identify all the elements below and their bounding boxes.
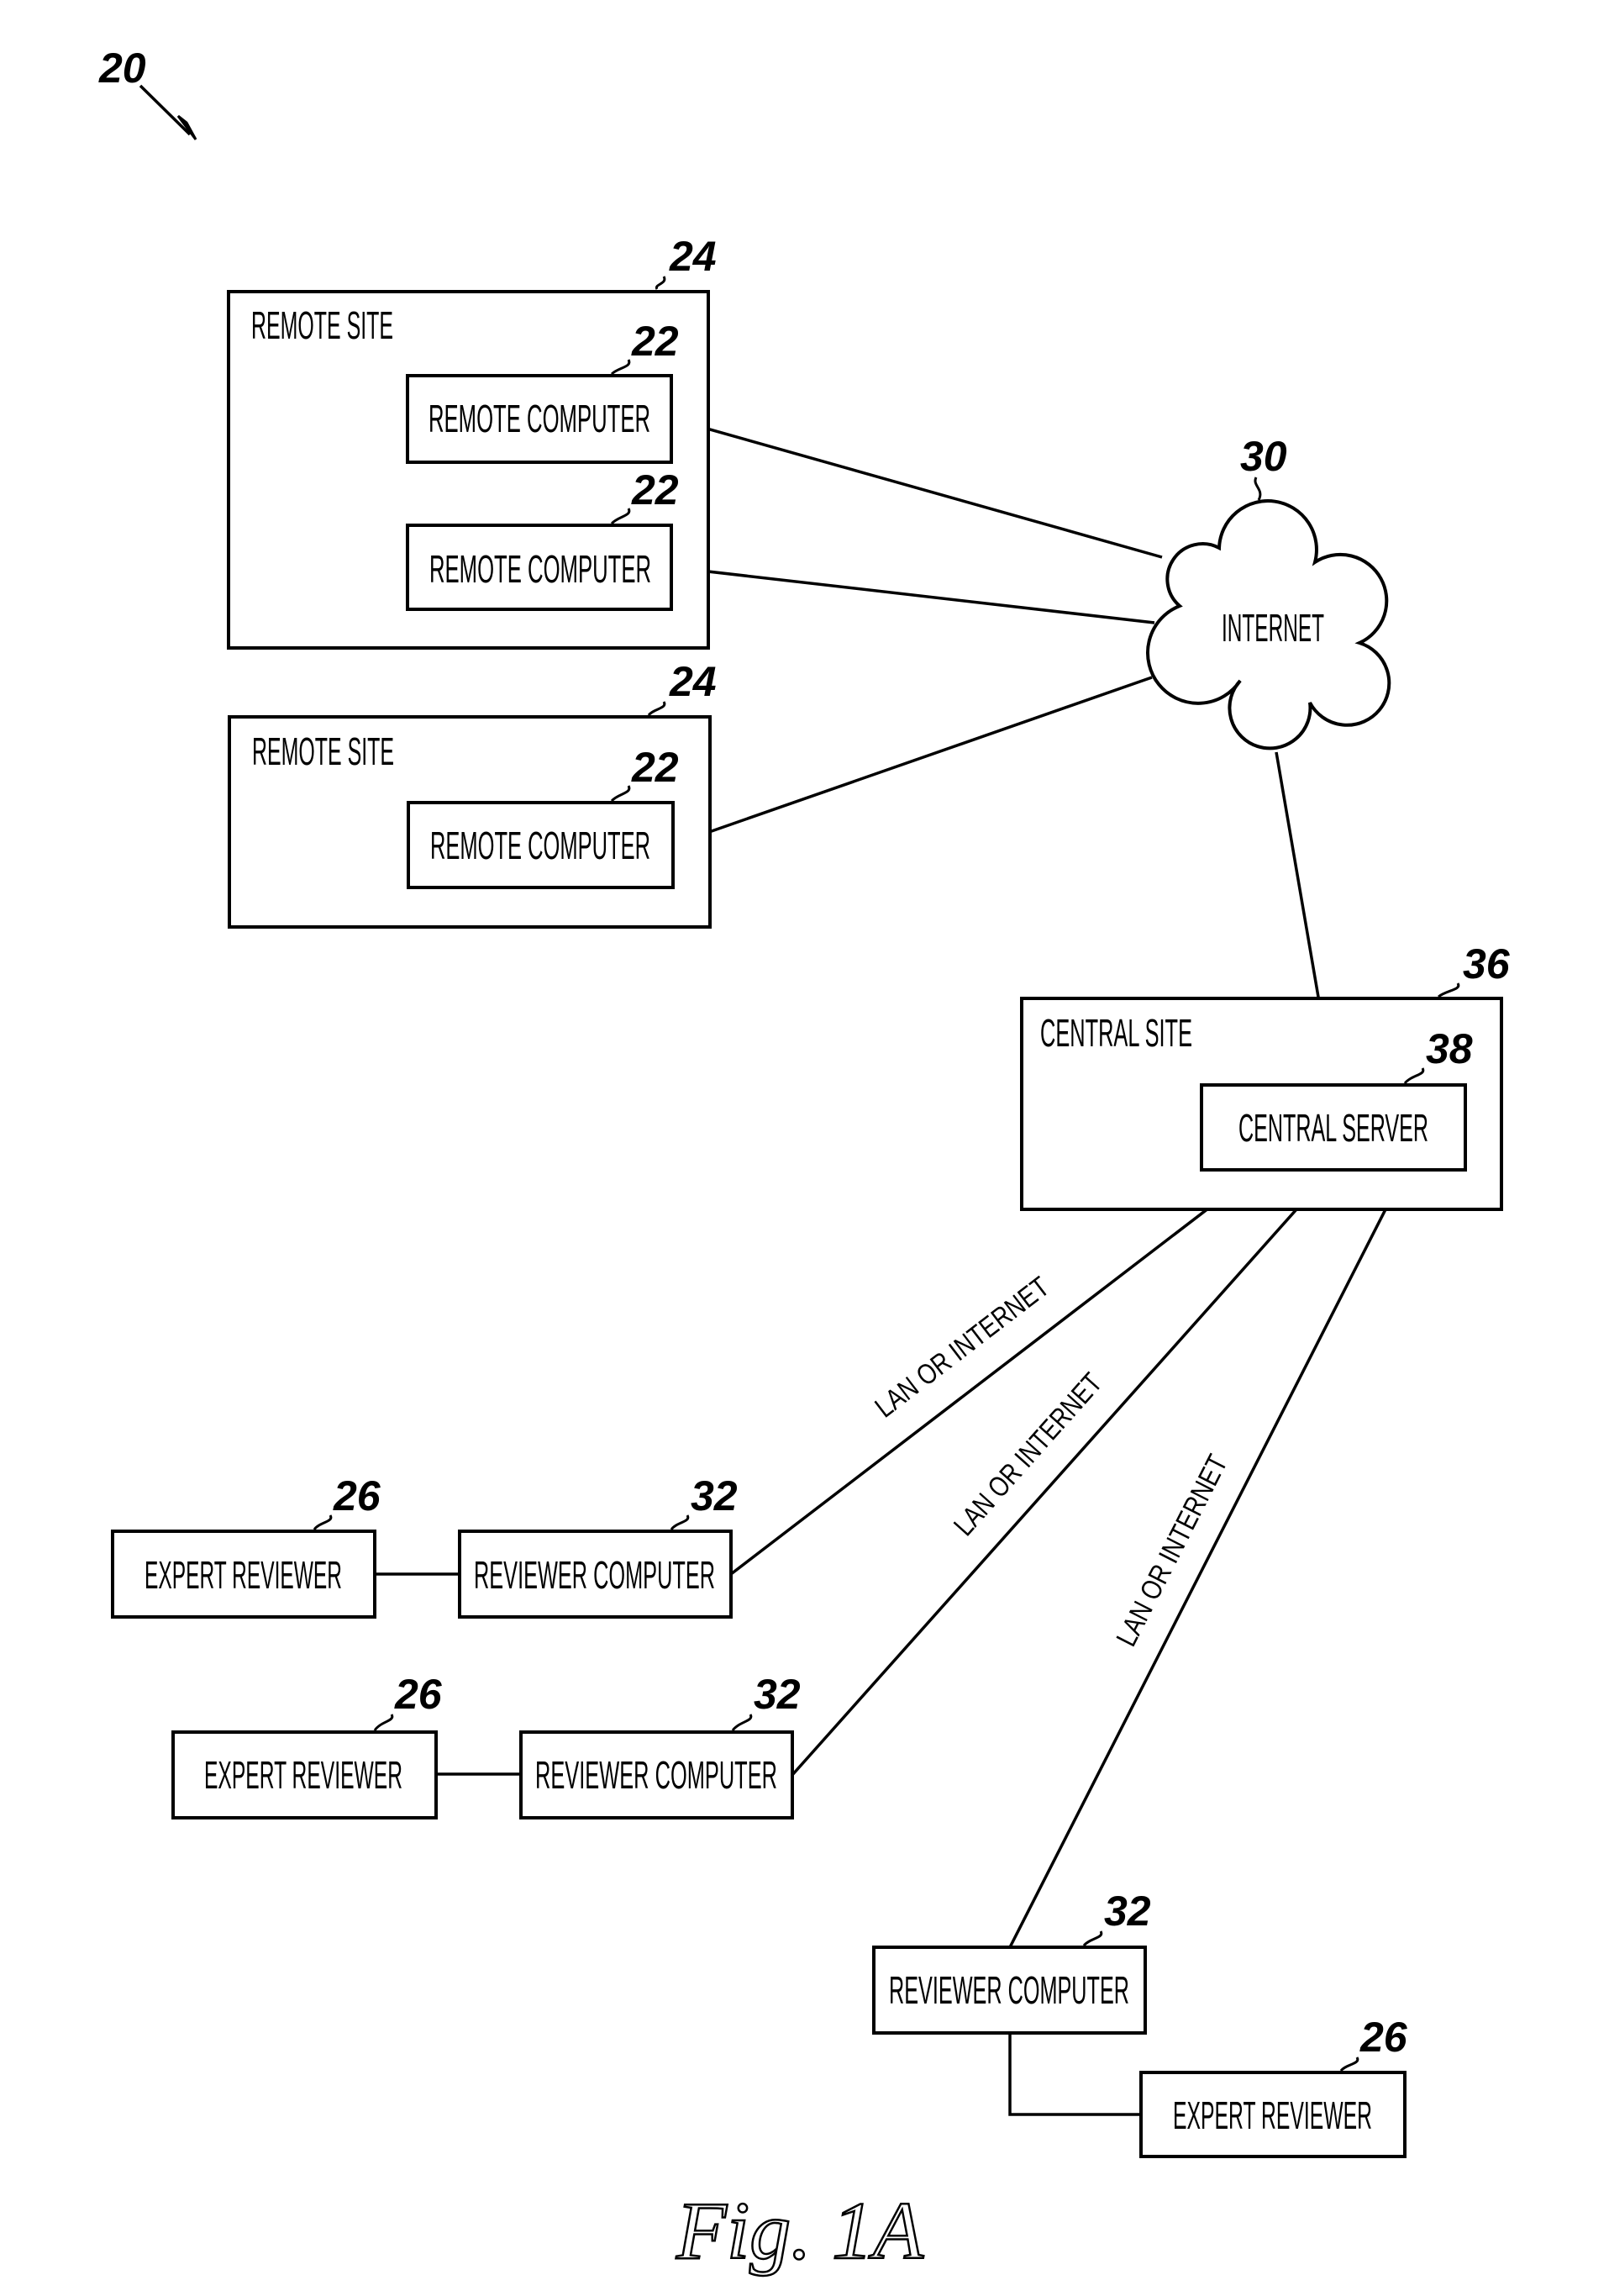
link-remote-computer-3-internet	[672, 676, 1153, 846]
reviewer-group-3: REVIEWER COMPUTER 32 EXPERT REVIEWER 26	[872, 1888, 1408, 2158]
reviewer-computer-1-label: REVIEWER COMPUTER	[474, 1553, 715, 1597]
central-site: CENTRAL SITE 36 CENTRAL SERVER 38	[1020, 940, 1511, 1211]
central-site-label: CENTRAL SITE	[1040, 1011, 1192, 1055]
remote-site-1-leader	[655, 276, 666, 290]
expert-reviewer-2-label: EXPERT REVIEWER	[204, 1753, 402, 1797]
link-label-2: LAN OR INTERNET	[948, 1367, 1108, 1542]
reviewer-computer-2-leader	[731, 1714, 753, 1731]
network-diagram: 20 REMOTE SITE 24 REMOTE COMPUTER 22 REM…	[98, 45, 1511, 2278]
remote-site-2-leader	[647, 701, 666, 717]
expert-reviewer-2-ref: 26	[394, 1671, 443, 1718]
reviewer-computer-3-ref: 32	[1104, 1888, 1151, 1935]
reviewer-computer-3-label: REVIEWER COMPUTER	[889, 1968, 1129, 2012]
ref-number-20: 20	[98, 45, 146, 92]
reviewer-computer-1-leader	[670, 1514, 690, 1530]
expert-reviewer-2-leader	[373, 1714, 394, 1731]
reviewer-computer-1-ref: 32	[691, 1472, 738, 1519]
link-label-3: LAN OR INTERNET	[1111, 1450, 1234, 1651]
remote-computer-1-label: REMOTE COMPUTER	[429, 397, 650, 440]
remote-computer-3-ref: 22	[631, 744, 679, 791]
remote-computer-2-label: REMOTE COMPUTER	[429, 547, 651, 591]
expert-reviewer-1-leader	[313, 1514, 333, 1530]
central-server-label: CENTRAL SERVER	[1238, 1106, 1428, 1150]
reviewer-group-2: EXPERT REVIEWER 26 REVIEWER COMPUTER 32	[171, 1671, 801, 1819]
remote-site-2-label: REMOTE SITE	[252, 729, 394, 773]
remote-site-2-ref: 24	[669, 658, 717, 705]
reviewer-group-1: EXPERT REVIEWER 26 REVIEWER COMPUTER 32	[111, 1472, 738, 1619]
central-site-ref: 36	[1463, 940, 1511, 987]
figure-caption: Fig. 1A	[676, 2186, 924, 2277]
central-site-leader	[1438, 982, 1460, 998]
remote-computer-1-ref: 22	[631, 318, 679, 365]
link-remote-computer-1-internet	[670, 417, 1163, 559]
reviewer-computer-2-label: REVIEWER COMPUTER	[535, 1753, 777, 1797]
expert-reviewer-3-ref: 26	[1359, 2014, 1408, 2061]
expert-reviewer-1-label: EXPERT REVIEWER	[145, 1553, 342, 1597]
link-remote-computer-2-internet	[670, 566, 1155, 624]
internet-leader	[1254, 477, 1262, 501]
internet-ref: 30	[1240, 433, 1287, 480]
internet-cloud: INTERNET 30	[1146, 433, 1391, 750]
link-expert-3-reviewer-computer-3	[1008, 2033, 1141, 2116]
reviewer-computer-2-ref: 32	[754, 1671, 801, 1718]
remote-site-1-ref: 24	[669, 233, 717, 280]
remote-computer-3-label: REMOTE COMPUTER	[430, 824, 650, 867]
remote-computer-2-ref: 22	[631, 466, 679, 513]
internet-label: INTERNET	[1222, 606, 1324, 650]
expert-reviewer-3-label: EXPERT REVIEWER	[1173, 2093, 1372, 2137]
central-server-ref: 38	[1426, 1025, 1473, 1072]
link-server-reviewer-computer-3	[1008, 1169, 1407, 1948]
reviewer-computer-3-leader	[1082, 1930, 1103, 1947]
expert-reviewer-1-ref: 26	[333, 1472, 381, 1519]
system-reference: 20	[98, 45, 197, 140]
reference-arrow-shaft	[139, 84, 192, 136]
remote-site-1-label: REMOTE SITE	[251, 303, 393, 347]
expert-reviewer-3-leader	[1339, 2056, 1359, 2072]
remote-site-2: REMOTE SITE 24 REMOTE COMPUTER 22	[228, 658, 717, 929]
reference-arrow-head-icon	[176, 114, 197, 140]
remote-site-1: REMOTE SITE 24 REMOTE COMPUTER 22 REMOTE…	[227, 233, 717, 650]
